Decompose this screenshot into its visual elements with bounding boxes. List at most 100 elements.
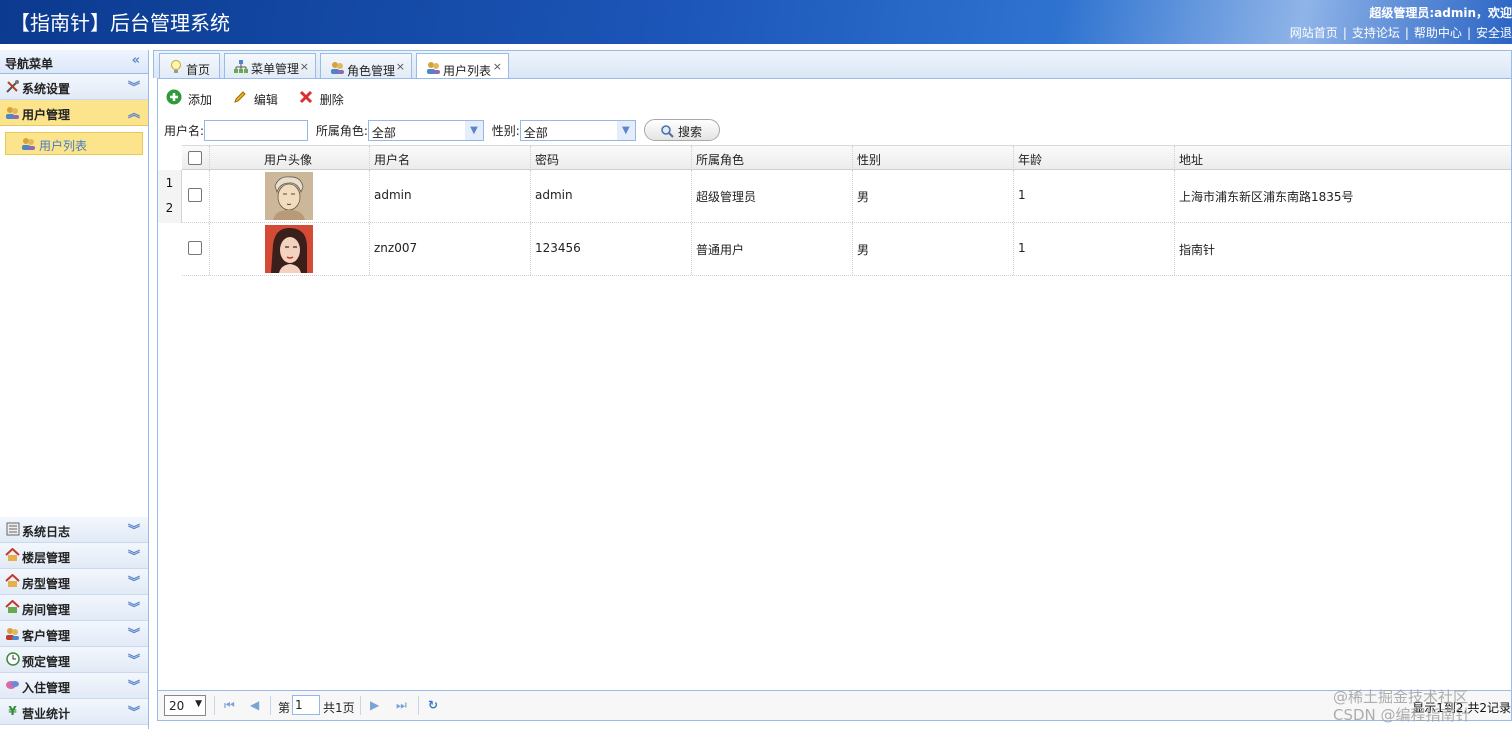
row-checkbox[interactable] — [188, 241, 202, 255]
chevron-down-icon[interactable]: ︾ — [128, 573, 140, 590]
avatar-cell — [210, 170, 370, 222]
tab-label: 首页 — [186, 63, 211, 77]
delete-button[interactable]: 删除 — [298, 90, 344, 108]
table-row[interactable]: znz007 123456 普通用户 男 1 指南针 — [182, 223, 1511, 276]
sidebar-panel-system-log[interactable]: 系统日志 ︾ — [0, 517, 148, 543]
chevron-down-icon: ▼ — [616, 120, 635, 140]
sidebar-panel-label: 预定管理 — [22, 655, 71, 669]
column-header-avatar[interactable]: 用户头像 — [210, 146, 370, 170]
search-icon — [661, 125, 678, 139]
avatar-cell — [210, 223, 370, 275]
page-size-select[interactable]: 20 ▼ — [164, 695, 206, 716]
row-checkbox-cell — [182, 170, 210, 222]
refresh-icon[interactable]: ↻ — [428, 698, 438, 712]
first-page-icon[interactable]: ⏮ — [224, 698, 235, 713]
link-site-home[interactable]: 网站首页 — [1290, 26, 1338, 40]
tab-menu-management[interactable]: 菜单管理 × — [224, 53, 316, 79]
close-icon[interactable]: × — [396, 60, 405, 73]
row-checkbox[interactable] — [188, 188, 202, 202]
gender-cell: 男 — [853, 170, 1014, 222]
add-button[interactable]: 添加 — [166, 89, 213, 108]
chevron-down-icon[interactable]: ︾ — [128, 521, 140, 538]
tab-home[interactable]: 首页 — [159, 53, 220, 79]
sidebar-panel-system-settings[interactable]: 系统设置 ︾ — [0, 74, 148, 100]
address-cell: 指南针 — [1179, 243, 1216, 257]
chevron-down-icon[interactable]: ︾ — [128, 547, 140, 564]
sidebar-title: 导航菜单 — [5, 57, 54, 71]
next-page-icon[interactable]: ▶ — [370, 698, 379, 712]
sidebar-panel-room-management[interactable]: 房间管理 ︾ — [0, 595, 148, 621]
chevron-down-icon[interactable]: ︾ — [128, 625, 140, 642]
role-select[interactable]: 全部 ▼ — [367, 119, 484, 141]
chevron-down-icon[interactable]: ︾ — [128, 703, 140, 720]
sidebar-panel-checkin-management[interactable]: 入住管理 ︾ — [0, 673, 148, 699]
row-number: 2 — [165, 201, 174, 215]
pager-separator — [270, 696, 271, 715]
pagination-bar: 20 ▼ ⏮ ◀ 第 1 共1页 ▶ ⏭ ↻ 显示1到2,共2记录 — [158, 690, 1511, 720]
sidebar-panel-label: 系统设置 — [22, 82, 71, 96]
header-links: 网站首页 | 支持论坛 | 帮助中心 | 安全退 — [1289, 26, 1512, 40]
column-header-address[interactable]: 地址 — [1175, 146, 1512, 170]
chevron-down-icon[interactable]: ︾ — [128, 651, 140, 668]
age-cell: 1 — [1014, 223, 1175, 275]
column-header-gender[interactable]: 性别 — [853, 146, 1014, 170]
gender-label: 性别: — [491, 123, 520, 138]
edit-button[interactable]: 编辑 — [232, 91, 278, 108]
sidebar-panel-floor-management[interactable]: 楼层管理 ︾ — [0, 543, 148, 569]
link-forum[interactable]: 支持论坛 — [1352, 26, 1400, 40]
main-content: 添加 编辑 删除 用户名: 所属角色: 全部 ▼ 性别: 全部 ▼ 搜索 用户头… — [157, 78, 1512, 721]
tab-bar: 首页 菜单管理 × 角色管理 × 用户列表 × — [153, 50, 1512, 80]
sidebar-panel-business-statistics[interactable]: ¥ 营业统计 ︾ — [0, 699, 148, 725]
role-cell: 超级管理员 — [692, 170, 853, 222]
last-page-icon[interactable]: ⏭ — [396, 698, 407, 713]
avatar — [265, 172, 313, 220]
grid-header: 用户头像 用户名 密码 所属角色 性别 年龄 地址 — [182, 145, 1511, 170]
role-cell: 普通用户 — [692, 223, 853, 275]
collapse-sidebar-icon[interactable]: « — [132, 53, 140, 68]
search-button[interactable]: 搜索 — [643, 119, 720, 141]
sidebar-item-user-list[interactable]: 用户列表 — [5, 132, 143, 155]
role-label: 所属角色: — [315, 123, 368, 138]
row-checkbox-cell — [182, 223, 210, 275]
gender-cell: 男 — [853, 223, 1014, 275]
page-number-input[interactable]: 1 — [292, 695, 320, 715]
tab-role-management[interactable]: 角色管理 × — [320, 53, 412, 79]
username-label: 用户名: — [164, 123, 205, 138]
chevron-down-icon[interactable]: ︾ — [128, 599, 140, 616]
sidebar-item-label: 用户列表 — [39, 139, 88, 153]
column-header-age[interactable]: 年龄 — [1014, 146, 1175, 170]
close-icon[interactable]: × — [300, 60, 309, 73]
column-header-role[interactable]: 所属角色 — [692, 146, 853, 170]
column-header-username[interactable]: 用户名 — [370, 146, 531, 170]
chevron-down-icon[interactable]: ︾ — [128, 677, 140, 694]
username-cell: admin — [370, 170, 531, 222]
sidebar-panel-customer-management[interactable]: 客户管理 ︾ — [0, 621, 148, 647]
close-icon[interactable]: × — [493, 60, 502, 73]
tree-icon — [233, 60, 249, 76]
sidebar-panel-user-management[interactable]: 用户管理 ︽ — [0, 100, 148, 126]
tab-user-list[interactable]: 用户列表 × — [416, 53, 509, 80]
users-icon — [5, 105, 20, 120]
select-all-cell — [182, 146, 210, 170]
column-header-password[interactable]: 密码 — [531, 146, 692, 170]
select-all-checkbox[interactable] — [188, 151, 202, 165]
gender-select-value: 全部 — [523, 125, 548, 140]
tab-label: 用户列表 — [443, 64, 492, 78]
sidebar-panel-room-type-management[interactable]: 房型管理 ︾ — [0, 569, 148, 595]
gender-select[interactable]: 全部 ▼ — [519, 119, 636, 141]
sidebar-bottom-panels: 系统日志 ︾ 楼层管理 ︾ 房型管理 ︾ 房间管理 ︾ 客户管理 ︾ 预定管理 … — [0, 517, 148, 725]
sidebar-panel-reservation-management[interactable]: 预定管理 ︾ — [0, 647, 148, 673]
chevron-down-icon[interactable]: ︾ — [128, 78, 140, 95]
row-number: 1 — [165, 176, 174, 190]
add-label: 添加 — [188, 93, 213, 107]
username-search-input[interactable] — [204, 119, 309, 141]
chevron-up-icon[interactable]: ︽ — [128, 104, 140, 121]
delete-label: 删除 — [319, 93, 344, 107]
link-logout[interactable]: 安全退 — [1476, 26, 1512, 40]
table-row[interactable]: admin admin 超级管理员 男 1 上海市浦东新区浦东南路1835号 — [182, 170, 1511, 223]
watermark-line: @稀土掘金技术社区 — [1333, 688, 1469, 706]
link-help[interactable]: 帮助中心 — [1414, 26, 1462, 40]
prev-page-icon[interactable]: ◀ — [250, 698, 259, 712]
pager-separator — [360, 696, 361, 715]
sidebar-panel-label: 用户管理 — [22, 108, 71, 122]
